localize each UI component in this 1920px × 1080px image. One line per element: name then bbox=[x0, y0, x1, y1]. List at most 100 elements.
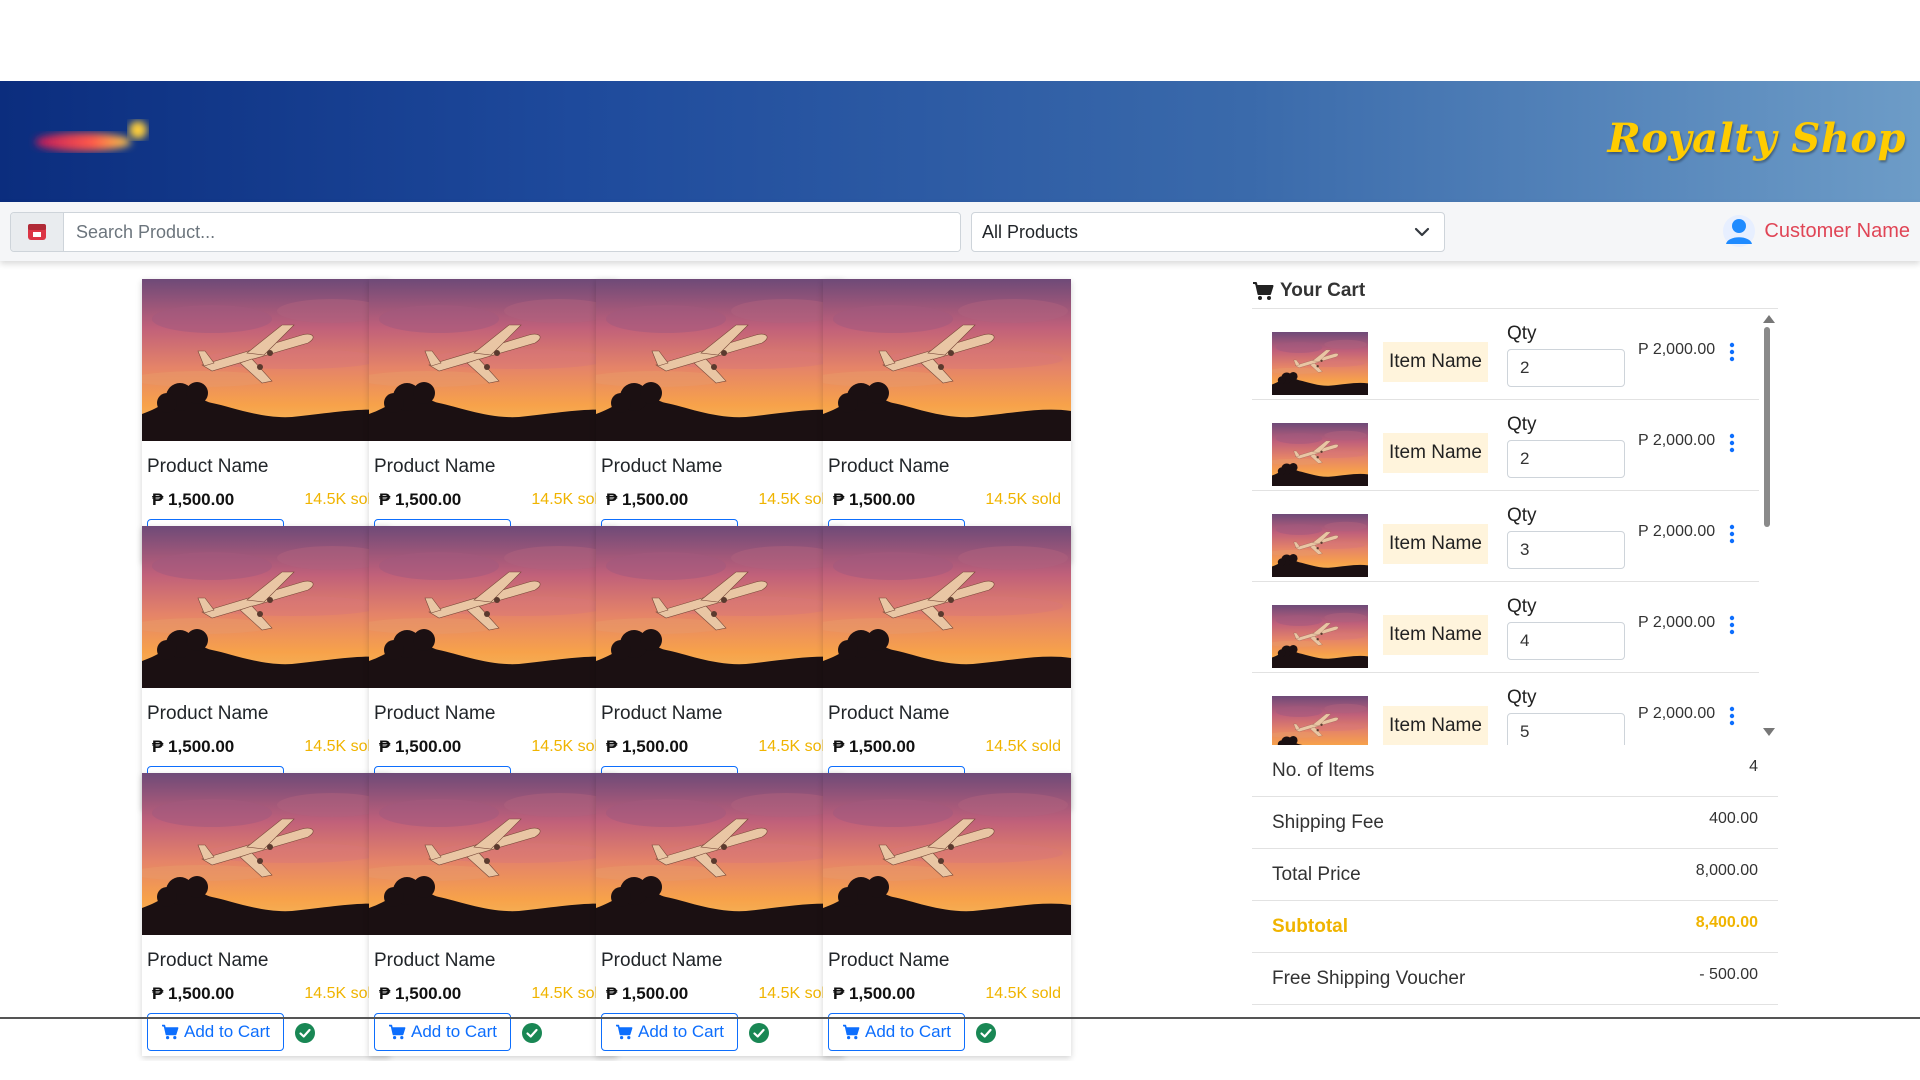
qty-label: Qty bbox=[1507, 596, 1537, 617]
summary-value: 8,400.00 bbox=[1695, 914, 1758, 931]
cart-title: Your Cart bbox=[1280, 280, 1366, 301]
product-name[interactable]: Product Name bbox=[601, 456, 722, 478]
cart-item-name: Item Name bbox=[1383, 615, 1488, 655]
scroll-down-arrow-icon[interactable] bbox=[1763, 728, 1775, 736]
product-name[interactable]: Product Name bbox=[828, 456, 949, 478]
bottom-divider bbox=[0, 1017, 1920, 1019]
product-card[interactable]: Product Name₱ 1,500.0014.5K soldAdd to C… bbox=[369, 773, 617, 1056]
cart-icon bbox=[162, 1024, 179, 1040]
product-card[interactable]: Product Name₱ 1,500.0014.5K soldAdd to C… bbox=[596, 279, 844, 562]
product-card[interactable]: Product Name₱ 1,500.0014.5K soldAdd to C… bbox=[142, 526, 390, 809]
product-price: ₱ 1,500.00 bbox=[606, 984, 689, 1003]
product-name[interactable]: Product Name bbox=[147, 703, 268, 725]
qty-input[interactable] bbox=[1507, 713, 1625, 745]
cart-scrollbar[interactable] bbox=[1760, 309, 1775, 745]
cart-item: Item Name Qty P 2,000.00 bbox=[1252, 491, 1759, 582]
cart-item: Item Name Qty P 2,000.00 bbox=[1252, 400, 1759, 491]
cart-item-image bbox=[1272, 514, 1368, 577]
cart-item-name: Item Name bbox=[1383, 342, 1488, 382]
summary-value: - 500.00 bbox=[1699, 966, 1758, 983]
product-card[interactable]: Product Name₱ 1,500.0014.5K soldAdd to C… bbox=[823, 773, 1071, 1056]
cart-item-price: P 2,000.00 bbox=[1638, 432, 1716, 449]
qty-label: Qty bbox=[1507, 414, 1537, 435]
more-vertical-icon[interactable] bbox=[1728, 706, 1736, 726]
product-card[interactable]: Product Name₱ 1,500.0014.5K soldAdd to C… bbox=[823, 279, 1071, 562]
summary-label: No. of Items bbox=[1272, 760, 1375, 781]
category-select[interactable]: All Products bbox=[971, 212, 1445, 252]
add-to-cart-label: Add to Cart bbox=[865, 1022, 951, 1041]
product-name[interactable]: Product Name bbox=[147, 456, 268, 478]
product-image bbox=[142, 279, 390, 441]
check-circle-icon bbox=[749, 1023, 769, 1043]
cart-item-image bbox=[1272, 696, 1368, 745]
toolbar: All Products Customer Name bbox=[0, 202, 1920, 261]
qty-label: Qty bbox=[1507, 323, 1537, 344]
product-name[interactable]: Product Name bbox=[374, 950, 495, 972]
shop-title: Royalty Shop bbox=[1607, 115, 1906, 162]
scroll-thumb[interactable] bbox=[1764, 327, 1770, 527]
top-spacer bbox=[0, 0, 1920, 81]
product-card[interactable]: Product Name₱ 1,500.0014.5K soldAdd to C… bbox=[142, 279, 390, 562]
product-image bbox=[596, 526, 844, 688]
product-name[interactable]: Product Name bbox=[374, 456, 495, 478]
more-vertical-icon[interactable] bbox=[1728, 433, 1736, 453]
cart-item: Item Name Qty P 2,000.00 bbox=[1252, 673, 1759, 745]
product-name[interactable]: Product Name bbox=[828, 950, 949, 972]
product-price: ₱ 1,500.00 bbox=[833, 737, 916, 756]
product-image bbox=[142, 773, 390, 935]
summary-value: 400.00 bbox=[1709, 810, 1758, 827]
user-menu[interactable]: Customer Name bbox=[1722, 214, 1910, 248]
qty-input[interactable] bbox=[1507, 440, 1625, 478]
more-vertical-icon[interactable] bbox=[1728, 342, 1736, 362]
cart-item-image bbox=[1272, 605, 1368, 668]
product-price: ₱ 1,500.00 bbox=[152, 490, 235, 509]
qty-input[interactable] bbox=[1507, 531, 1625, 569]
cart-item-name: Item Name bbox=[1383, 524, 1488, 564]
product-name[interactable]: Product Name bbox=[601, 950, 722, 972]
cart-item-list[interactable]: Item Name Qty P 2,000.00 Item Name bbox=[1252, 309, 1778, 745]
product-card[interactable]: Product Name₱ 1,500.0014.5K soldAdd to C… bbox=[823, 526, 1071, 809]
summary-label: Shipping Fee bbox=[1272, 812, 1384, 833]
product-image bbox=[596, 773, 844, 935]
product-card[interactable]: Product Name₱ 1,500.0014.5K soldAdd to C… bbox=[596, 773, 844, 1056]
user-avatar-icon bbox=[1723, 215, 1756, 247]
cart-item-price: P 2,000.00 bbox=[1638, 341, 1716, 358]
product-price: ₱ 1,500.00 bbox=[379, 490, 462, 509]
product-name[interactable]: Product Name bbox=[828, 703, 949, 725]
product-card[interactable]: Product Name₱ 1,500.0014.5K soldAdd to C… bbox=[369, 526, 617, 809]
main-content: Product Name ₱ 1,500.00 14.5K sold Add to C… bbox=[0, 261, 1920, 1061]
product-price: ₱ 1,500.00 bbox=[379, 737, 462, 756]
check-circle-icon bbox=[522, 1023, 542, 1043]
product-price: ₱ 1,500.00 bbox=[833, 490, 916, 509]
summary-row: No. of Items 4 bbox=[1252, 745, 1778, 797]
summary-row: Subtotal 8,400.00 bbox=[1252, 901, 1778, 953]
store-icon[interactable] bbox=[11, 213, 64, 251]
summary-label: Subtotal bbox=[1272, 916, 1348, 937]
scroll-up-arrow-icon[interactable] bbox=[1763, 315, 1775, 323]
more-vertical-icon[interactable] bbox=[1728, 615, 1736, 635]
product-price: ₱ 1,500.00 bbox=[152, 984, 235, 1003]
product-name[interactable]: Product Name bbox=[601, 703, 722, 725]
more-vertical-icon[interactable] bbox=[1728, 524, 1736, 544]
search-group bbox=[10, 212, 961, 252]
cart-panel: Your Cart Item Name Qty 2 P 2,000.00 Ite… bbox=[1252, 261, 1778, 1061]
summary-row: Shipping Fee 400.00 bbox=[1252, 797, 1778, 849]
chevron-down-icon bbox=[1414, 227, 1430, 237]
product-card[interactable]: Product Name₱ 1,500.0014.5K soldAdd to C… bbox=[142, 773, 390, 1056]
customer-name[interactable]: Customer Name bbox=[1764, 220, 1910, 243]
cart-summary: No. of Items 4 Shipping Fee 400.00 Total Pri… bbox=[1252, 745, 1778, 1005]
search-input[interactable] bbox=[64, 213, 960, 251]
qty-label: Qty bbox=[1507, 687, 1537, 708]
product-name[interactable]: Product Name bbox=[147, 950, 268, 972]
cart-item-price: P 2,000.00 bbox=[1638, 614, 1716, 631]
cart-icon bbox=[616, 1024, 633, 1040]
product-card[interactable]: Product Name₱ 1,500.0014.5K soldAdd to C… bbox=[369, 279, 617, 562]
product-image bbox=[142, 526, 390, 688]
cart-icon bbox=[843, 1024, 860, 1040]
product-price: ₱ 1,500.00 bbox=[606, 737, 689, 756]
product-card[interactable]: Product Name₱ 1,500.0014.5K soldAdd to C… bbox=[596, 526, 844, 809]
product-image bbox=[823, 279, 1071, 441]
qty-input[interactable] bbox=[1507, 622, 1625, 660]
product-name[interactable]: Product Name bbox=[374, 703, 495, 725]
qty-input[interactable] bbox=[1507, 349, 1625, 387]
